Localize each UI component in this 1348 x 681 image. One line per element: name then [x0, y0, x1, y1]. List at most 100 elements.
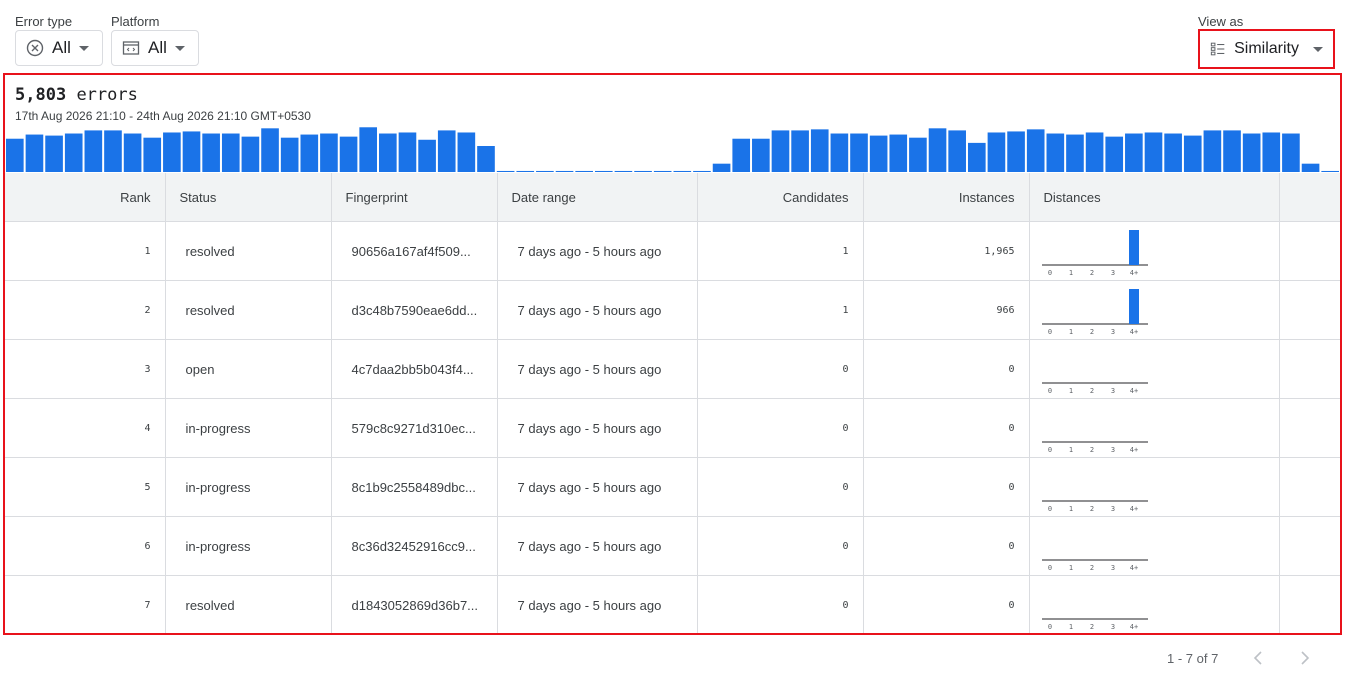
histogram-bar [536, 170, 554, 172]
histogram-bar [1223, 130, 1241, 172]
histogram-bar [889, 134, 908, 172]
distance-tick-label: 0 [1047, 387, 1051, 394]
distance-tick-label: 0 [1047, 505, 1051, 512]
distance-tick-label: 3 [1110, 387, 1114, 394]
distance-tick-label: 3 [1110, 564, 1114, 571]
spacer-cell [1279, 339, 1340, 399]
instances-cell: 1,965 [863, 221, 1030, 281]
list-icon [1210, 42, 1225, 56]
histogram-bar [45, 135, 63, 172]
chevron-down-icon [1313, 46, 1323, 52]
platform-filter: Platform [111, 14, 159, 29]
error-histogram [6, 127, 1339, 172]
rank-cell: 4 [5, 398, 166, 458]
header-candidates[interactable]: Candidates [697, 173, 864, 222]
histogram-bar [1007, 131, 1025, 172]
x-circle-icon [26, 39, 44, 57]
rank-cell: 3 [5, 339, 166, 399]
distances-cell: 0 1 2 3 4+ [1029, 339, 1280, 399]
fingerprint-cell[interactable]: 90656a167af4f509... [331, 221, 498, 281]
table-row[interactable]: 7 resolved d1843052869d36b7... 7 days ago -… [5, 575, 1340, 633]
histogram-bar [320, 133, 338, 172]
distance-tick-label: 4+ [1129, 328, 1137, 335]
chevron-right-icon[interactable] [1298, 649, 1312, 672]
histogram-bar [496, 170, 515, 172]
histogram-bar [457, 132, 476, 172]
histogram-bar [64, 133, 83, 172]
candidates-cell: 0 [697, 457, 864, 517]
histogram-bar [437, 130, 456, 172]
fingerprint-cell[interactable]: 579c8c9271d310ec... [331, 398, 498, 458]
histogram-bar [516, 170, 535, 172]
distance-tick-label: 4+ [1129, 505, 1137, 512]
table-row[interactable]: 4 in-progress 579c8c9271d310ec... 7 days ag… [5, 398, 1340, 458]
distance-tick-label: 2 [1089, 387, 1093, 394]
platform-value: All [148, 38, 167, 57]
fingerprint-cell[interactable]: 4c7daa2bb5b043f4... [331, 339, 498, 399]
histogram-bar [1282, 133, 1300, 172]
distance-tick-label: 0 [1047, 269, 1051, 276]
histogram-bar [653, 170, 672, 172]
distance-tick-label: 1 [1068, 269, 1072, 276]
error-type-select[interactable]: All [15, 30, 103, 66]
histogram-bar [359, 127, 378, 172]
histogram-bar [909, 137, 927, 172]
histogram-bar [594, 170, 613, 172]
histogram-bar [202, 133, 220, 172]
spacer-cell [1279, 398, 1340, 458]
status-cell: resolved [165, 575, 332, 633]
fingerprint-cell[interactable]: d3c48b7590eae6dd... [331, 280, 498, 340]
table-row[interactable]: 6 in-progress 8c36d32452916cc9... 7 days ag… [5, 516, 1340, 576]
table-row[interactable]: 3 open 4c7daa2bb5b043f4... 7 days ago - 5 h… [5, 339, 1340, 399]
view-as-select[interactable]: Similarity [1198, 29, 1335, 69]
distance-tick-label: 2 [1089, 269, 1093, 276]
fingerprint-cell[interactable]: d1843052869d36b7... [331, 575, 498, 633]
distances-cell: 0 1 2 3 4+ [1029, 221, 1280, 281]
platform-select[interactable]: All [111, 30, 199, 66]
histogram-bar [810, 129, 829, 172]
status-cell: in-progress [165, 516, 332, 576]
histogram-bar [261, 128, 279, 172]
instances-cell: 0 [863, 339, 1030, 399]
header-rank[interactable]: Rank [5, 173, 166, 222]
header-date-range[interactable]: Date range [497, 173, 698, 222]
fingerprint-cell[interactable]: 8c36d32452916cc9... [331, 516, 498, 576]
distance-chart: 0 1 2 3 4+ [1041, 382, 1148, 395]
view-as-label: View as [1198, 14, 1244, 29]
header-status[interactable]: Status [165, 173, 332, 222]
table-row[interactable]: 5 in-progress 8c1b9c2558489dbc... 7 days ag… [5, 457, 1340, 517]
distance-chart: 0 1 2 3 4+ [1041, 441, 1148, 454]
spacer-cell [1279, 516, 1340, 576]
candidates-cell: 0 [697, 339, 864, 399]
distance-tick-label: 2 [1089, 446, 1093, 453]
histogram-bar [1085, 132, 1104, 172]
distance-tick-label: 1 [1068, 564, 1072, 571]
header-distances[interactable]: Distances [1029, 173, 1280, 222]
distance-tick-label: 2 [1089, 564, 1093, 571]
header-instances[interactable]: Instances [863, 173, 1030, 222]
histogram-bar [477, 146, 495, 172]
fingerprint-cell[interactable]: 8c1b9c2558489dbc... [331, 457, 498, 517]
histogram-bar [1164, 133, 1182, 172]
view-as-filter: View as [1198, 14, 1243, 29]
candidates-cell: 0 [697, 575, 864, 633]
instances-cell: 0 [863, 575, 1030, 633]
header-fingerprint[interactable]: Fingerprint [331, 173, 498, 222]
histogram-bar [1301, 163, 1320, 172]
histogram-bar [1203, 130, 1222, 172]
status-cell: in-progress [165, 457, 332, 517]
distance-tick-label: 0 [1047, 328, 1051, 335]
rank-cell: 5 [5, 457, 166, 517]
histogram-bar [614, 170, 633, 172]
spacer-cell [1279, 221, 1340, 281]
table-row[interactable]: 1 resolved 90656a167af4f509... 7 days ago -… [5, 221, 1340, 281]
error-type-label: Error type [15, 14, 73, 29]
histogram-bar [163, 132, 181, 172]
table-row[interactable]: 2 resolved d3c48b7590eae6dd... 7 days ago -… [5, 280, 1340, 340]
distance-tick-label: 0 [1047, 623, 1051, 630]
chevron-left-icon[interactable] [1251, 649, 1265, 672]
pagination-range: 1 - 7 of 7 [1167, 651, 1219, 666]
spacer-cell [1279, 457, 1340, 517]
histogram-bar [1046, 133, 1065, 172]
instances-cell: 0 [863, 516, 1030, 576]
